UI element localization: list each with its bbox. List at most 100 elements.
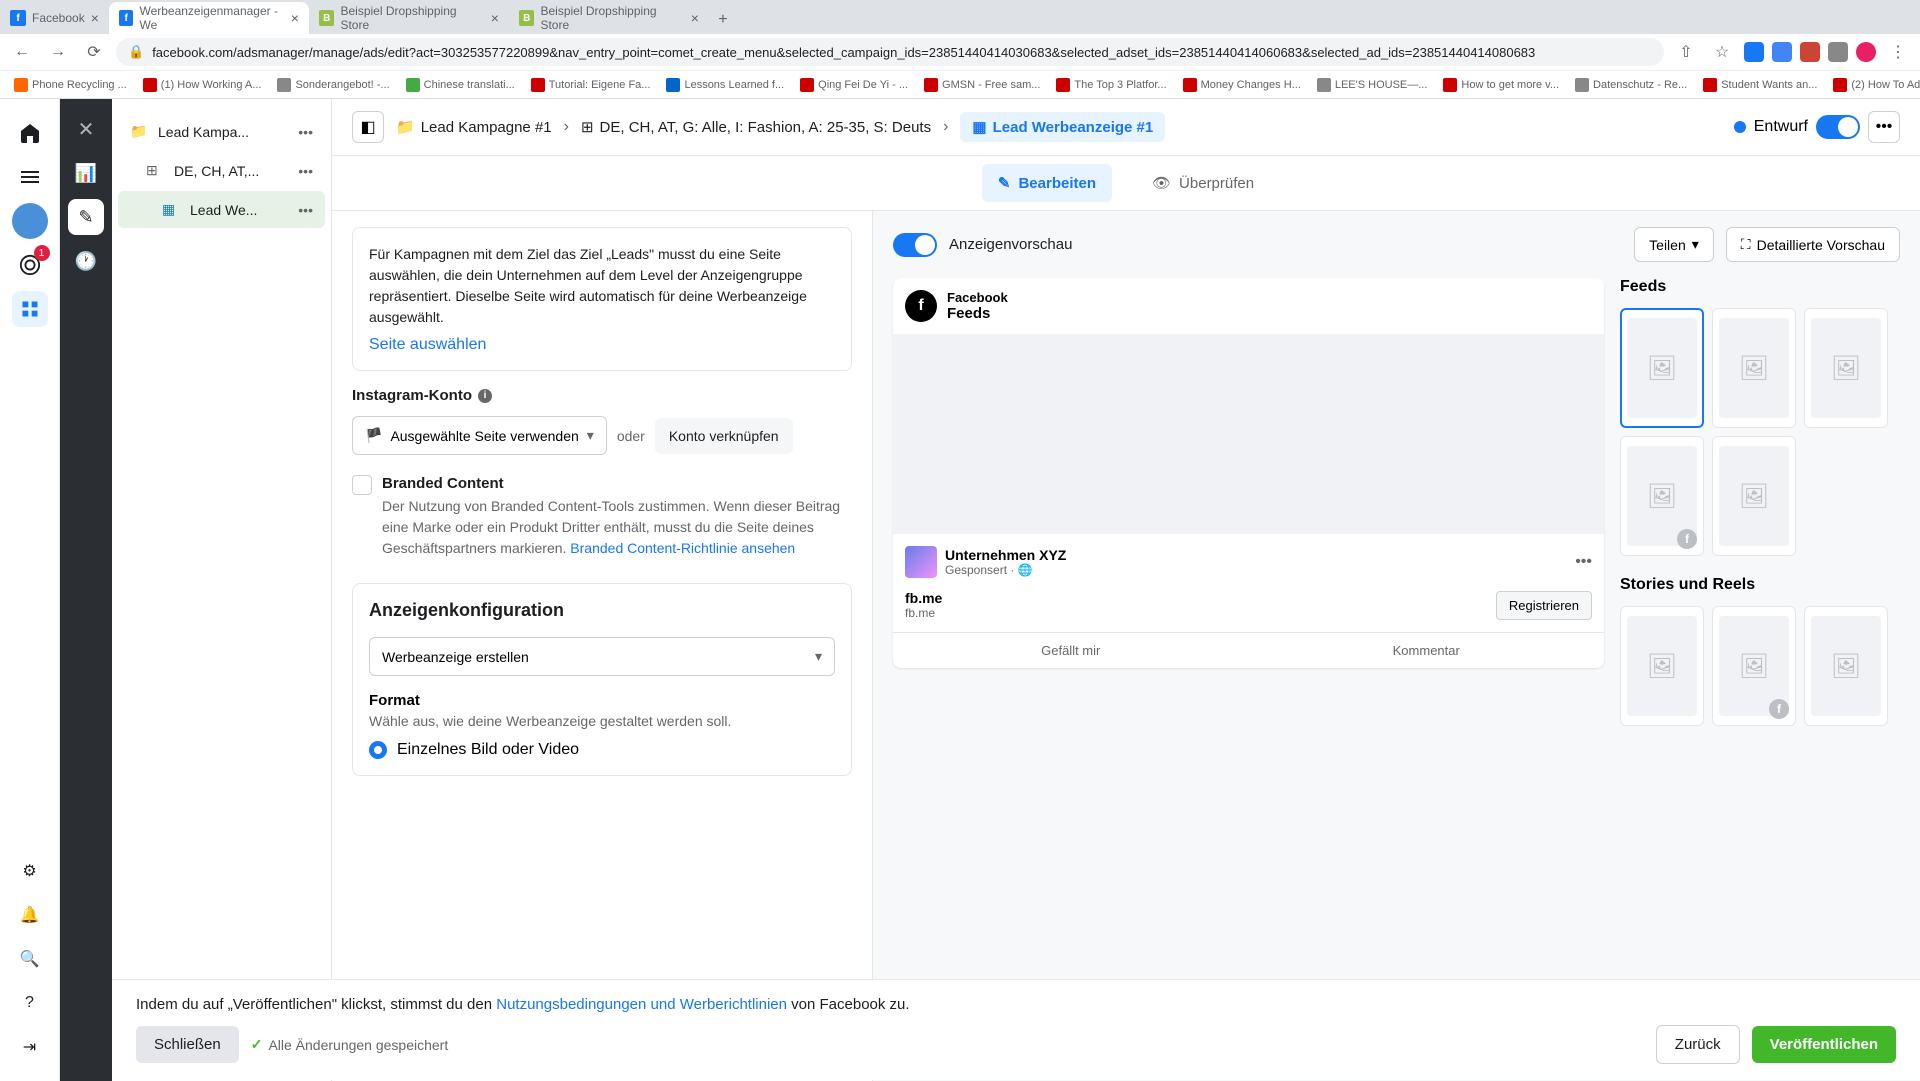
back-button[interactable]: ← xyxy=(8,38,36,66)
placement-thumb[interactable]: 🖼 xyxy=(1712,436,1796,556)
close-icon[interactable]: ✕ xyxy=(68,111,104,147)
placement-thumb[interactable]: 🖼⚠f xyxy=(1712,606,1796,726)
ext-icon[interactable] xyxy=(1828,42,1848,62)
format-radio-row[interactable]: Einzelnes Bild oder Video xyxy=(369,741,835,759)
placement-thumb[interactable]: 🖼 xyxy=(1620,308,1704,428)
menu-icon[interactable]: ⋮ xyxy=(1884,38,1912,66)
bookmark[interactable]: Money Changes H... xyxy=(1177,76,1307,94)
more-icon[interactable]: ••• xyxy=(1575,553,1592,571)
crumb-campaign[interactable]: 📁 Lead Kampagne #1 xyxy=(396,118,552,136)
edit-icon[interactable]: ✎ xyxy=(68,199,104,235)
cta-button[interactable]: Registrieren xyxy=(1496,591,1592,620)
close-button[interactable]: Schließen xyxy=(136,1026,239,1063)
instagram-select[interactable]: 🏴 Ausgewählte Seite verwenden ▾ xyxy=(352,416,607,455)
more-icon[interactable]: ••• xyxy=(298,202,313,218)
bookmark[interactable]: (2) How To Add A... xyxy=(1827,76,1920,94)
share-button[interactable]: Teilen ▾ xyxy=(1634,227,1714,262)
tab-edit[interactable]: ✎ Bearbeiten xyxy=(982,164,1112,202)
page-info-card: Für Kampagnen mit dem Ziel das Ziel „Lea… xyxy=(352,227,852,371)
crumb-ad[interactable]: ▦ Lead Werbeanzeige #1 xyxy=(960,112,1165,142)
ext-icon[interactable] xyxy=(1744,42,1764,62)
history-icon[interactable]: 🕐 xyxy=(68,243,104,279)
bookmark[interactable]: (1) How Working A... xyxy=(137,76,268,94)
radio-selected[interactable] xyxy=(369,741,387,759)
footer-text: Indem du auf „Veröffentlichen" klickst, … xyxy=(136,996,1896,1013)
bookmark[interactable]: Student Wants an... xyxy=(1697,76,1823,94)
toggle-switch[interactable] xyxy=(1816,115,1860,139)
avatar[interactable] xyxy=(12,203,48,239)
star-icon[interactable]: ☆ xyxy=(1708,38,1736,66)
placement-thumb[interactable]: 🖼 xyxy=(1804,308,1888,428)
browser-tab[interactable]: fWerbeanzeigenmanager - We× xyxy=(109,2,309,34)
share-icon[interactable]: ⇧ xyxy=(1672,38,1700,66)
chart-icon[interactable]: 📊 xyxy=(68,155,104,191)
tree-campaign[interactable]: 📁 Lead Kampa... ••• xyxy=(118,113,325,150)
terms-link[interactable]: Nutzungsbedingungen und Werberichtlinien xyxy=(496,996,787,1013)
like-button[interactable]: Gefällt mir xyxy=(893,633,1249,668)
reload-button[interactable]: ⟳ xyxy=(80,38,108,66)
more-icon[interactable]: ••• xyxy=(298,124,313,140)
url-bar[interactable]: 🔒facebook.com/adsmanager/manage/ads/edit… xyxy=(116,38,1664,66)
browser-tab[interactable]: BBeispiel Dropshipping Store× xyxy=(509,2,709,34)
bookmark[interactable]: Sonderangebot! -... xyxy=(271,76,395,94)
browser-tab[interactable]: BBeispiel Dropshipping Store× xyxy=(309,2,509,34)
detailed-preview-button[interactable]: ⛶ Detaillierte Vorschau xyxy=(1726,227,1900,262)
grid-icon[interactable] xyxy=(12,291,48,327)
preview-title: Anzeigenvorschau xyxy=(949,236,1072,253)
home-icon[interactable] xyxy=(12,115,48,151)
browser-tab[interactable]: fFacebook× xyxy=(0,2,109,34)
tree-ad[interactable]: ▦ Lead We... ••• xyxy=(118,191,325,228)
panel-toggle[interactable]: ◧ xyxy=(352,111,384,143)
fb-mini-icon: f xyxy=(1769,699,1789,719)
page-select-link[interactable]: Seite auswählen xyxy=(369,336,835,354)
bookmark[interactable]: Chinese translati... xyxy=(400,76,521,94)
company-name: Unternehmen XYZ xyxy=(945,547,1066,563)
close-icon[interactable]: × xyxy=(691,10,699,26)
placement-thumb[interactable]: 🖼 xyxy=(1712,308,1796,428)
ext-icon[interactable] xyxy=(1800,42,1820,62)
avatar-icon[interactable] xyxy=(1856,42,1876,62)
menu-icon[interactable] xyxy=(12,159,48,195)
branded-link[interactable]: Branded Content-Richtlinie ansehen xyxy=(570,540,795,556)
tree-adset[interactable]: ⊞ DE, CH, AT,... ••• xyxy=(118,152,325,189)
more-button[interactable]: ••• xyxy=(1868,111,1900,143)
bookmark[interactable]: LEE'S HOUSE—... xyxy=(1311,76,1434,94)
back-button[interactable]: Zurück xyxy=(1656,1025,1740,1064)
crumb-adset[interactable]: ⊞ DE, CH, AT, G: Alle, I: Fashion, A: 25… xyxy=(581,118,931,136)
more-icon[interactable]: ••• xyxy=(298,163,313,179)
search-icon[interactable]: 🔍 xyxy=(12,941,48,977)
branded-checkbox[interactable] xyxy=(352,475,372,495)
close-icon[interactable]: × xyxy=(91,10,99,26)
info-text: Für Kampagnen mit dem Ziel das Ziel „Lea… xyxy=(369,244,835,328)
preview-toggle[interactable] xyxy=(893,233,937,257)
bookmark[interactable]: Phone Recycling ... xyxy=(8,76,133,94)
bookmark[interactable]: Lessons Learned f... xyxy=(660,76,790,94)
publish-button[interactable]: Veröffentlichen xyxy=(1752,1026,1896,1063)
config-select[interactable]: Werbeanzeige erstellen ▾ xyxy=(369,637,835,676)
placement-thumb[interactable]: 🖼 xyxy=(1804,606,1888,726)
bookmark-label: Datenschutz - Re... xyxy=(1593,79,1687,91)
info-icon[interactable]: i xyxy=(478,389,492,403)
close-icon[interactable]: × xyxy=(291,10,299,26)
bookmark[interactable]: How to get more v... xyxy=(1437,76,1565,94)
link-account-button[interactable]: Konto verknüpfen xyxy=(655,418,793,454)
bookmark-icon xyxy=(406,78,420,92)
bookmark[interactable]: The Top 3 Platfor... xyxy=(1050,76,1172,94)
help-icon[interactable]: ? xyxy=(12,985,48,1021)
placement-thumb[interactable]: 🖼 xyxy=(1620,606,1704,726)
forward-button[interactable]: → xyxy=(44,38,72,66)
placement-thumb[interactable]: 🖼⚠f xyxy=(1620,436,1704,556)
apps-icon[interactable]: 1 xyxy=(12,247,48,283)
close-icon[interactable]: × xyxy=(491,10,499,26)
bell-icon[interactable]: 🔔 xyxy=(12,897,48,933)
tab-review[interactable]: 👁 Überprüfen xyxy=(1136,164,1270,202)
comment-button[interactable]: Kommentar xyxy=(1249,633,1605,668)
bookmark[interactable]: Qing Fei De Yi - ... xyxy=(794,76,914,94)
bookmark[interactable]: Tutorial: Eigene Fa... xyxy=(525,76,657,94)
bookmark[interactable]: GMSN - Free sam... xyxy=(918,76,1046,94)
collapse-icon[interactable]: ⇥ xyxy=(12,1029,48,1065)
new-tab-button[interactable]: + xyxy=(709,6,737,34)
bookmark[interactable]: Datenschutz - Re... xyxy=(1569,76,1693,94)
gear-icon[interactable]: ⚙ xyxy=(12,853,48,889)
ext-icon[interactable] xyxy=(1772,42,1792,62)
